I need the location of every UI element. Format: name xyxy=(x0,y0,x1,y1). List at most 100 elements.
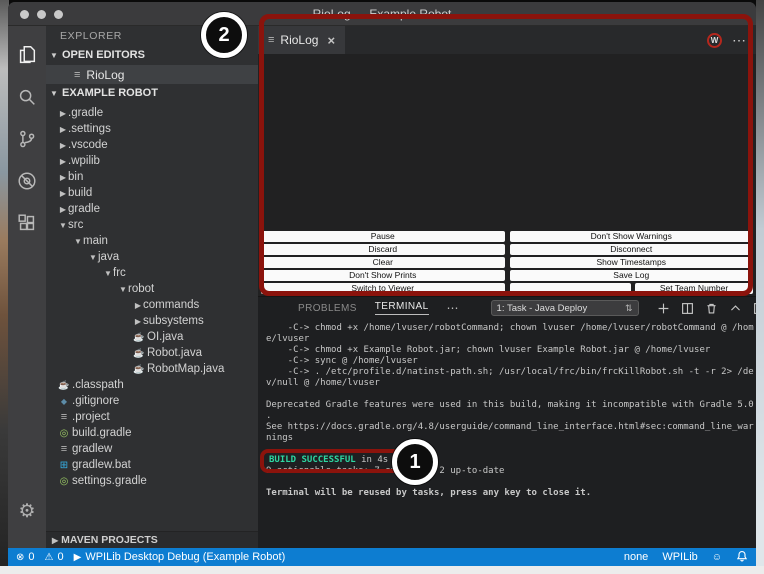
riolog-button-grid: Pause Don't Show Warnings Discard Disconnec… xyxy=(258,228,756,296)
tree-item[interactable]: ≡ .project xyxy=(46,409,258,425)
build-result-line: BUILD SUCCESSFUL in 4s xyxy=(260,449,756,473)
open-editor-item-riolog[interactable]: ≡ RioLog xyxy=(46,65,258,84)
tree-item[interactable]: ▶ .gradle xyxy=(46,105,258,121)
warnings-indicator[interactable]: ⚠ 0 xyxy=(45,551,64,563)
tree-item-label: .gradle xyxy=(68,107,104,119)
riolog-button-switch-to-viewer[interactable]: Switch to Viewer xyxy=(261,283,505,294)
notifications-bell-icon[interactable] xyxy=(736,550,748,565)
terminal-line: See https://docs.gradle.org/4.8/userguid… xyxy=(266,422,754,432)
tree-item[interactable]: ▶ bin xyxy=(46,169,258,185)
tree-item[interactable]: ☕ RobotMap.java xyxy=(46,361,258,377)
tree-item[interactable]: ☕ .classpath xyxy=(46,377,258,393)
tree-item[interactable]: ▶ gradle xyxy=(46,201,258,217)
panel-more-icon[interactable]: ⋯ xyxy=(447,301,459,315)
riolog-button-clear[interactable]: Clear xyxy=(261,257,505,268)
maximize-panel-icon[interactable] xyxy=(729,302,742,315)
annotation-red-border-build: BUILD SUCCESSFUL in 4s xyxy=(260,449,402,473)
chevron-down-icon: ▼ xyxy=(89,252,97,262)
window-controls[interactable] xyxy=(20,10,63,19)
tree-item-label: robot xyxy=(128,283,155,295)
activity-bar: ⚙ xyxy=(8,26,46,548)
tree-item[interactable]: ▶ .vscode xyxy=(46,137,258,153)
terminal-select-dropdown[interactable]: 1: Task - Java Deploy ⇅ xyxy=(490,300,639,316)
launch-config[interactable]: ▶ WPILib Desktop Debug (Example Robot) xyxy=(74,551,286,563)
riolog-button-show-timestamps[interactable]: Show Timestamps xyxy=(509,257,753,268)
annotation-step-1: 1 xyxy=(392,439,438,485)
kill-terminal-trash-icon[interactable] xyxy=(705,302,718,315)
tree-item[interactable]: ▶ .wpilib xyxy=(46,153,258,169)
riolog-button-discard[interactable]: Discard xyxy=(261,244,505,255)
terminal-select-value: 1: Task - Java Deploy xyxy=(496,302,588,314)
tree-item[interactable]: ≡ gradlew xyxy=(46,441,258,457)
new-terminal-icon[interactable] xyxy=(657,302,670,315)
riolog-button-save-log[interactable]: Save Log xyxy=(509,270,753,281)
riolog-button-pause[interactable]: Pause xyxy=(261,231,505,242)
tree-item[interactable]: ⊞ gradlew.bat xyxy=(46,457,258,473)
minimize-window-icon[interactable] xyxy=(37,10,46,19)
maven-projects-section[interactable]: ▶ MAVEN PROJECTS xyxy=(46,531,258,548)
tab-problems[interactable]: PROBLEMS xyxy=(298,303,357,314)
tree-item[interactable]: ◎ build.gradle xyxy=(46,425,258,441)
tree-item[interactable]: ☕ Robot.java xyxy=(46,345,258,361)
terminal-output[interactable]: -C-> chmod +x /home/lvuser/robotCommand;… xyxy=(258,319,756,499)
windows-file-icon: ⊞ xyxy=(59,459,69,471)
open-editor-label: RioLog xyxy=(86,67,125,82)
source-control-icon[interactable] xyxy=(8,118,46,160)
terminal-line: . xyxy=(266,411,272,421)
riolog-button-don-t-show-prints[interactable]: Don't Show Prints xyxy=(261,270,505,281)
close-window-icon[interactable] xyxy=(20,10,29,19)
terminal-line: Deprecated Gradle features were used in … xyxy=(266,400,754,410)
tree-item[interactable]: ☕ OI.java xyxy=(46,329,258,345)
terminal-line: -C-> chmod +x /home/lvuser/robotCommand;… xyxy=(266,323,754,333)
vscode-window: RioLog — Example Robot ⚙ EXPLORER ▼ OPEN… xyxy=(8,2,756,566)
tree-item[interactable]: ▼ frc xyxy=(46,265,258,281)
tree-item[interactable]: ▶ commands xyxy=(46,297,258,313)
riolog-button-disconnect[interactable]: Disconnect xyxy=(509,244,753,255)
errors-indicator[interactable]: ⊗ 0 xyxy=(16,551,35,563)
project-section[interactable]: ▼ EXAMPLE ROBOT xyxy=(46,84,258,103)
split-terminal-icon[interactable] xyxy=(681,302,694,315)
tree-item[interactable]: ▼ java xyxy=(46,249,258,265)
terminal-line: v/null @ /home/lvuser xyxy=(266,378,380,388)
java-file-icon: ☕ xyxy=(58,379,70,390)
file-tree: ▶ .gradle ▶ .settings ▶ .vscode ▶ .wpilib ▶ bin ▶ b… xyxy=(46,103,258,531)
team-number-input[interactable] xyxy=(509,283,631,294)
tree-item-label: src xyxy=(68,219,84,231)
chevron-down-icon: ▼ xyxy=(50,89,58,98)
java-file-icon: ☕ xyxy=(133,331,145,342)
wpilib-command-icon[interactable]: W xyxy=(707,32,722,48)
tree-item[interactable]: ▶ .settings xyxy=(46,121,258,137)
tree-item[interactable]: ▼ main xyxy=(46,233,258,249)
close-tab-icon[interactable]: × xyxy=(327,33,335,48)
tree-item[interactable]: ◎ settings.gradle xyxy=(46,473,258,489)
search-icon[interactable] xyxy=(8,76,46,118)
more-actions-icon[interactable]: ⋯ xyxy=(732,32,746,49)
tree-item-label: gradle xyxy=(68,203,100,215)
tree-item-label: .classpath xyxy=(72,379,124,391)
terminal-line: Terminal will be reused by tasks, press … xyxy=(266,488,592,498)
riolog-viewer xyxy=(258,54,756,228)
tree-item[interactable]: ◆ .gitignore xyxy=(46,393,258,409)
explorer-icon[interactable] xyxy=(8,34,46,76)
tree-item[interactable]: ▶ subsystems xyxy=(46,313,258,329)
zoom-window-icon[interactable] xyxy=(54,10,63,19)
settings-gear-icon[interactable]: ⚙ xyxy=(8,490,46,532)
terminal-line: -C-> . /etc/profile.d/natinst-path.sh; /… xyxy=(266,367,754,377)
tree-item-label: Robot.java xyxy=(147,347,202,359)
feedback-smiley-icon[interactable]: ☺ xyxy=(712,552,722,563)
tab-terminal[interactable]: TERMINAL xyxy=(374,301,429,315)
tree-item[interactable]: ▼ robot xyxy=(46,281,258,297)
tab-riolog[interactable]: ≡ RioLog × xyxy=(258,26,346,54)
riolog-button-don-t-show-warnings[interactable]: Don't Show Warnings xyxy=(509,231,753,242)
tree-item-label: java xyxy=(98,251,120,263)
toggle-panel-layout-icon[interactable] xyxy=(753,302,756,315)
status-none-item[interactable]: none xyxy=(624,551,648,563)
tree-item-label: .settings xyxy=(68,123,111,135)
tree-item[interactable]: ▼ src xyxy=(46,217,258,233)
status-wpilib-item[interactable]: WPILib xyxy=(662,551,697,563)
extensions-icon[interactable] xyxy=(8,202,46,244)
riolog-button-set-team-number[interactable]: Set Team Number xyxy=(635,283,753,294)
tree-item[interactable]: ▶ build xyxy=(46,185,258,201)
select-arrows-icon: ⇅ xyxy=(625,302,633,313)
debug-icon[interactable] xyxy=(8,160,46,202)
